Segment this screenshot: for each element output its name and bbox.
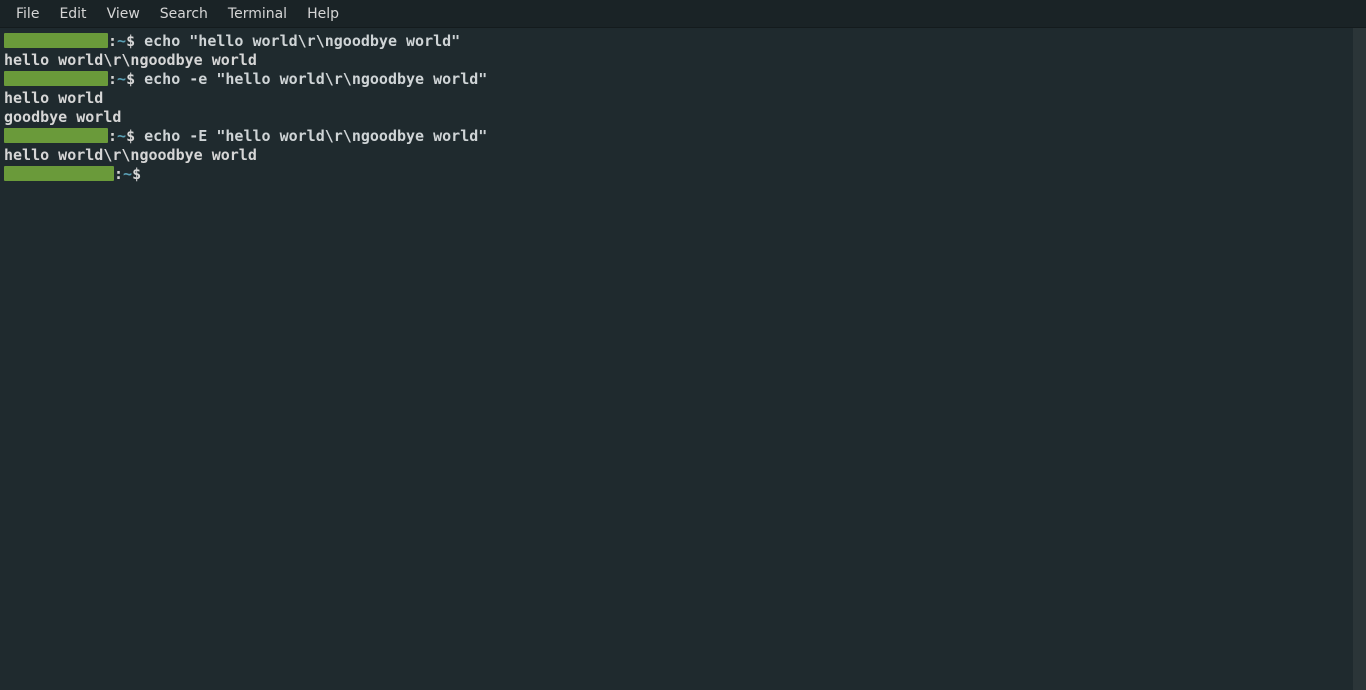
menu-edit[interactable]: Edit xyxy=(49,4,96,24)
menubar: File Edit View Search Terminal Help xyxy=(0,0,1366,28)
menu-help[interactable]: Help xyxy=(297,4,349,24)
prompt-line: :~$ echo -E "hello world\r\ngoodbye worl… xyxy=(4,127,1348,146)
menu-view[interactable]: View xyxy=(97,4,150,24)
redacted-userhost xyxy=(4,128,108,143)
prompt-symbol: $ xyxy=(132,165,150,183)
prompt-path: ~ xyxy=(117,32,126,50)
command-text: echo -e "hello world\r\ngoodbye world" xyxy=(144,70,487,88)
prompt-colon: : xyxy=(108,127,117,145)
scrollbar-thumb[interactable] xyxy=(1353,28,1366,690)
terminal-output[interactable]: :~$ echo "hello world\r\ngoodbye world"h… xyxy=(0,28,1352,690)
prompt-path: ~ xyxy=(117,127,126,145)
menu-search[interactable]: Search xyxy=(150,4,218,24)
output-line: hello world\r\ngoodbye world xyxy=(4,146,1348,165)
redacted-userhost xyxy=(4,33,108,48)
menu-terminal[interactable]: Terminal xyxy=(218,4,297,24)
prompt-path: ~ xyxy=(123,165,132,183)
menu-file[interactable]: File xyxy=(6,4,49,24)
prompt-symbol: $ xyxy=(126,70,144,88)
prompt-colon: : xyxy=(108,70,117,88)
redacted-userhost xyxy=(4,71,108,86)
command-text: echo "hello world\r\ngoodbye world" xyxy=(144,32,460,50)
prompt-line: :~$ echo "hello world\r\ngoodbye world" xyxy=(4,32,1348,51)
command-text: echo -E "hello world\r\ngoodbye world" xyxy=(144,127,487,145)
prompt-colon: : xyxy=(108,32,117,50)
prompt-path: ~ xyxy=(117,70,126,88)
terminal-area[interactable]: :~$ echo "hello world\r\ngoodbye world"h… xyxy=(0,28,1366,690)
output-line: goodbye world xyxy=(4,108,1348,127)
prompt-symbol: $ xyxy=(126,32,144,50)
scrollbar-vertical[interactable] xyxy=(1353,28,1366,690)
output-line: hello world\r\ngoodbye world xyxy=(4,51,1348,70)
prompt-symbol: $ xyxy=(126,127,144,145)
prompt-colon: : xyxy=(114,165,123,183)
prompt-line: :~$ echo -e "hello world\r\ngoodbye worl… xyxy=(4,70,1348,89)
output-line: hello world xyxy=(4,89,1348,108)
redacted-userhost xyxy=(4,166,114,181)
prompt-line: :~$ xyxy=(4,165,1348,184)
